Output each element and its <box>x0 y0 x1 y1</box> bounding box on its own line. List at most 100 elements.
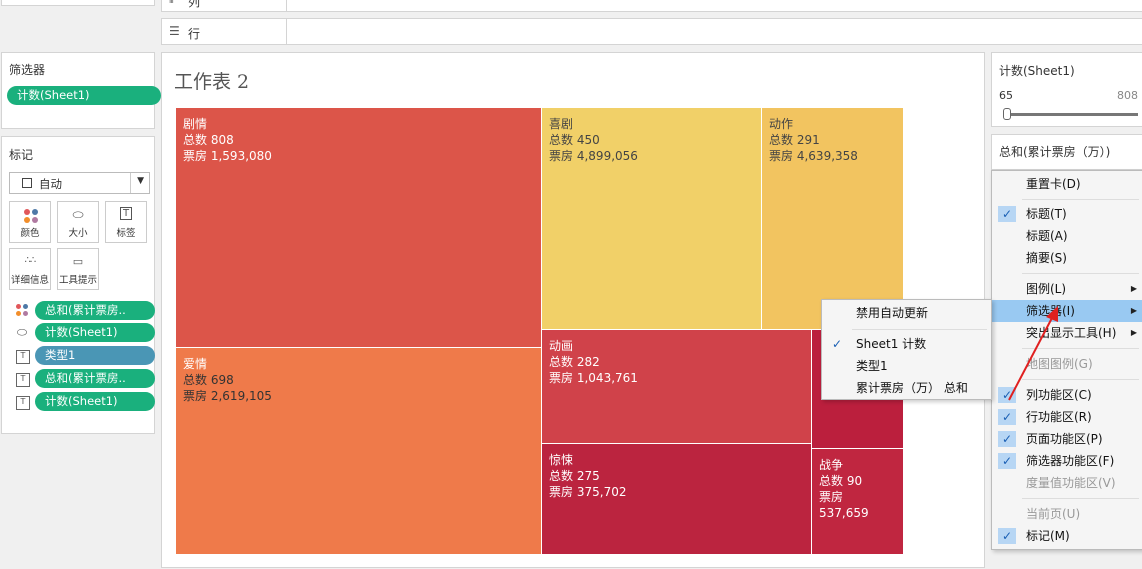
size-button-label: 大小 <box>68 228 88 239</box>
columns-shelf[interactable]: ⦀ 列 <box>161 0 1142 12</box>
tile-box: 票房 537,659 <box>819 490 869 520</box>
menu-item-reset-cards[interactable]: 重置卡(D) <box>992 173 1142 195</box>
menu-separator <box>1022 348 1139 349</box>
checkmark-icon: ✓ <box>998 453 1016 469</box>
menu-item-filters[interactable]: 筛选器(I) ▶ <box>992 300 1142 322</box>
tile-count: 总数 282 <box>549 355 600 369</box>
menu-item-measure-values-shelf: 度量值功能区(V) <box>1026 476 1116 490</box>
tile-name: 喜剧 <box>549 117 574 131</box>
mark-field-pill-count[interactable]: 计数(Sheet1) <box>35 392 155 411</box>
box-office-legend-card: 总和(累计票房（万）) <box>991 134 1142 170</box>
rows-label-cell: ☰ 行 <box>162 19 287 44</box>
filters-submenu: 禁用自动更新 ✓ Sheet1 计数 类型1 累计票房（万） 总和 <box>821 299 992 400</box>
mark-field-row-label-sum: T 总和(累计票房.. <box>2 369 155 389</box>
context-menu: 重置卡(D) ✓ 标题(T) 标题(A) 摘要(S) 图例(L) ▶ 筛选器(I) ▶… <box>991 170 1142 550</box>
tile-count: 总数 275 <box>549 469 600 483</box>
menu-item-summary[interactable]: 摘要(S) <box>992 247 1142 269</box>
mark-field-pill-type[interactable]: 类型1 <box>35 346 155 365</box>
color-button[interactable]: 颜色 <box>9 201 51 243</box>
tile-box: 票房 4,899,056 <box>549 149 638 163</box>
menu-item-current-page: 当前页(U) <box>1026 507 1081 521</box>
menu-item-caption[interactable]: 标题(A) <box>992 225 1142 247</box>
mark-field-row-label-type: T 类型1 <box>2 346 155 366</box>
chevron-down-icon: ▼ <box>137 176 144 186</box>
rows-icon: ☰ <box>169 24 180 38</box>
color-icon <box>24 209 38 223</box>
tile-name: 爱情 <box>183 357 208 371</box>
tile-count: 总数 698 <box>183 373 234 387</box>
mark-field-pill-size[interactable]: 计数(Sheet1) <box>35 323 155 342</box>
count-slider-track[interactable] <box>1008 113 1138 116</box>
menu-item-marks[interactable]: ✓ 标记(M) <box>992 525 1142 547</box>
mark-type-select[interactable]: 自动 ▼ <box>9 172 150 194</box>
treemap-tile[interactable]: 剧情 总数 808 票房 1,593,080 <box>176 108 542 348</box>
treemap-tile[interactable]: 爱情 总数 698 票房 2,619,105 <box>176 348 542 555</box>
color-field-icon <box>16 304 28 316</box>
size-field-icon: ⬭ <box>16 325 28 339</box>
submenu-item-sheet1-count[interactable]: ✓ Sheet1 计数 <box>822 333 991 355</box>
checkmark-icon: ✓ <box>998 409 1016 425</box>
treemap-tile[interactable]: 惊悚 总数 275 票房 375,702 <box>542 444 812 555</box>
tile-count: 总数 808 <box>183 133 234 147</box>
tooltip-button[interactable]: ▭ 工具提示 <box>57 248 99 290</box>
checkmark-icon: ✓ <box>998 387 1016 403</box>
menu-item-columns-shelf[interactable]: ✓ 列功能区(C) <box>992 384 1142 406</box>
tile-name: 动作 <box>769 117 794 131</box>
size-icon: ⬭ <box>72 208 84 223</box>
count-slider-handle[interactable] <box>1003 108 1011 120</box>
tile-box: 票房 2,619,105 <box>183 389 272 403</box>
chevron-right-icon: ▶ <box>1130 284 1137 293</box>
rows-shelf[interactable]: ☰ 行 <box>161 18 1142 45</box>
mark-type-divider <box>130 173 131 193</box>
checkmark-icon: ✓ <box>832 337 843 351</box>
count-filter-min: 65 <box>999 89 1013 102</box>
mark-field-pill-color[interactable]: 总和(累计票房.. <box>35 301 155 320</box>
tooltip-button-label: 工具提示 <box>58 275 97 286</box>
menu-item-highlighters[interactable]: 突出显示工具(H) ▶ <box>992 322 1142 344</box>
filters-card: 筛选器 计数(Sheet1) <box>1 52 161 129</box>
tile-box: 票房 375,702 <box>549 485 627 499</box>
menu-item-title[interactable]: ✓ 标题(T) <box>992 203 1142 225</box>
columns-label-cell: ⦀ 列 <box>162 0 287 11</box>
checkmark-icon: ✓ <box>998 528 1016 544</box>
treemap-tile[interactable]: 动画 总数 282 票房 1,043,761 <box>542 330 812 444</box>
menu-item-rows-shelf[interactable]: ✓ 行功能区(R) <box>992 406 1142 428</box>
filter-pill-count[interactable]: 计数(Sheet1) <box>7 86 161 105</box>
label-field-icon: T <box>16 350 30 364</box>
columns-icon: ⦀ <box>169 0 174 7</box>
marks-card: 标记 自动 ▼ 颜色 ⬭ 大小 T 标签 ∴∴ 详细信息 ▭ 工具提示 总和(累… <box>1 136 155 434</box>
mark-field-pill-sum[interactable]: 总和(累计票房.. <box>35 369 155 388</box>
mark-field-row-size: ⬭ 计数(Sheet1) <box>2 323 155 343</box>
menu-separator <box>1022 498 1139 499</box>
detail-button-label: 详细信息 <box>10 275 49 286</box>
columns-label: 列 <box>188 0 201 9</box>
mark-field-row-color: 总和(累计票房.. <box>2 301 155 321</box>
rows-label: 行 <box>188 27 201 41</box>
treemap-tile[interactable]: 动作 总数 291 票房 4,639,358 <box>762 108 904 330</box>
tile-name: 剧情 <box>183 117 208 131</box>
tile-count: 总数 90 <box>819 474 863 488</box>
tile-box: 票房 1,043,761 <box>549 371 638 385</box>
tile-name: 战争 <box>819 458 844 472</box>
tile-box: 票房 1,593,080 <box>183 149 272 163</box>
pages-title: 页面 <box>10 0 34 1</box>
label-button[interactable]: T 标签 <box>105 201 147 243</box>
menu-item-filters-shelf[interactable]: ✓ 筛选器功能区(F) <box>992 450 1142 472</box>
detail-button[interactable]: ∴∴ 详细信息 <box>9 248 51 290</box>
pages-card: 页面 <box>1 0 155 6</box>
submenu-item-type1[interactable]: 类型1 <box>822 355 991 377</box>
menu-item-pages-shelf[interactable]: ✓ 页面功能区(P) <box>992 428 1142 450</box>
treemap-tile[interactable]: 喜剧 总数 450 票房 4,899,056 <box>542 108 762 330</box>
mark-type-square-icon <box>22 178 32 188</box>
menu-item-legends[interactable]: 图例(L) ▶ <box>992 278 1142 300</box>
submenu-item-box-office-sum[interactable]: 累计票房（万） 总和 <box>822 377 991 399</box>
text-t-icon: T <box>106 207 146 220</box>
size-button[interactable]: ⬭ 大小 <box>57 201 99 243</box>
chevron-right-icon: ▶ <box>1130 328 1137 337</box>
menu-item-map-legend: 地图图例(G) <box>1026 357 1093 371</box>
tile-name: 动画 <box>549 339 574 353</box>
menu-separator <box>1022 273 1139 274</box>
submenu-item-disable-auto-update[interactable]: 禁用自动更新 <box>822 302 991 324</box>
treemap-tile[interactable]: 战争 总数 90 票房 537,659 <box>812 449 904 555</box>
tile-count: 总数 450 <box>549 133 600 147</box>
